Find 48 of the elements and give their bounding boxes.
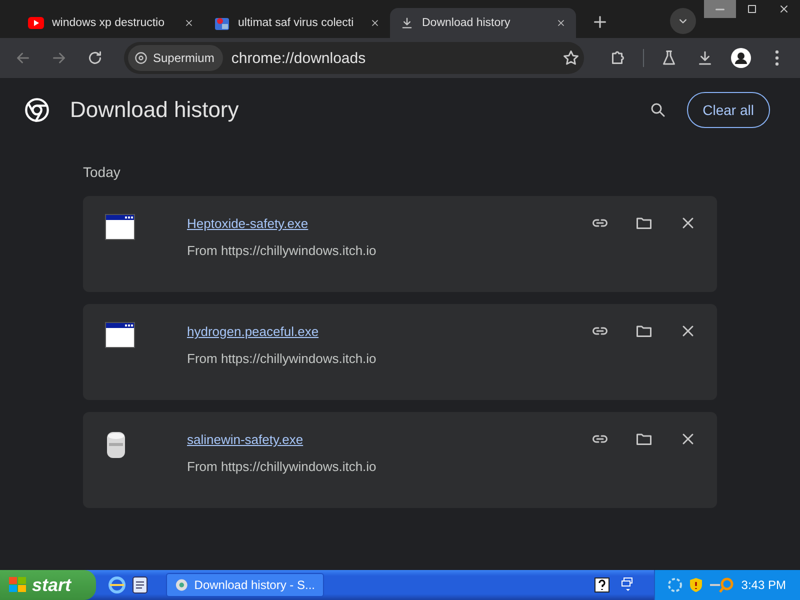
flag-icon bbox=[8, 576, 28, 594]
download-icon bbox=[400, 16, 414, 30]
menu-icon bbox=[775, 50, 779, 66]
source-text: From https://chillywindows.itch.io bbox=[187, 351, 378, 366]
cylinder-icon bbox=[105, 430, 127, 460]
windows-icon[interactable] bbox=[620, 577, 634, 593]
maximize-icon bbox=[746, 3, 758, 15]
plus-icon bbox=[591, 13, 609, 31]
address-bar[interactable]: Supermium chrome://downloads bbox=[124, 42, 584, 74]
globe-icon[interactable] bbox=[108, 576, 126, 594]
document-icon[interactable] bbox=[132, 576, 148, 594]
network-icon[interactable] bbox=[667, 577, 684, 593]
taskbar-window-button[interactable]: Download history - S... bbox=[166, 573, 324, 597]
section-heading: Today bbox=[83, 164, 122, 180]
close-icon bbox=[556, 18, 566, 28]
close-icon bbox=[370, 18, 380, 28]
video-play-icon bbox=[28, 17, 44, 29]
file-link[interactable]: hydrogen.peaceful.exe bbox=[187, 324, 319, 339]
star-icon bbox=[562, 49, 580, 67]
browser-tab[interactable]: Download history bbox=[390, 8, 576, 38]
browser-tab[interactable]: windows xp destructio bbox=[18, 8, 204, 38]
reload-icon bbox=[86, 49, 104, 67]
minimize-icon bbox=[715, 8, 725, 10]
download-icon bbox=[696, 49, 714, 67]
close-icon bbox=[184, 18, 194, 28]
clock-text: 3:43 PM bbox=[741, 578, 786, 592]
flask-icon bbox=[660, 49, 678, 67]
browser-logo-icon bbox=[24, 97, 50, 123]
site-chip[interactable]: Supermium bbox=[128, 45, 224, 71]
source-text: From https://chillywindows.itch.io bbox=[187, 459, 378, 474]
file-link[interactable]: Heptoxide-safety.exe bbox=[187, 216, 308, 231]
browser-logo-icon bbox=[175, 578, 188, 592]
search-icon bbox=[648, 101, 667, 119]
file-link[interactable]: salinewin-safety.exe bbox=[187, 432, 304, 447]
shield-icon[interactable] bbox=[689, 577, 704, 593]
window-icon bbox=[105, 214, 135, 240]
avatar-icon bbox=[731, 48, 751, 68]
browser-logo-icon bbox=[134, 51, 148, 65]
url-text: chrome://downloads bbox=[230, 50, 367, 66]
page-title: Download history bbox=[70, 97, 240, 123]
clear-all-button[interactable]: Clear all bbox=[686, 92, 770, 128]
source-text: From https://chillywindows.itch.io bbox=[187, 243, 378, 258]
puzzle-icon bbox=[609, 49, 627, 67]
app-icon bbox=[214, 15, 230, 31]
window-icon bbox=[105, 322, 135, 348]
help-icon[interactable] bbox=[594, 577, 610, 593]
browser-tab[interactable]: ultimat saf virus colecti bbox=[204, 8, 390, 38]
close-icon bbox=[778, 3, 790, 15]
